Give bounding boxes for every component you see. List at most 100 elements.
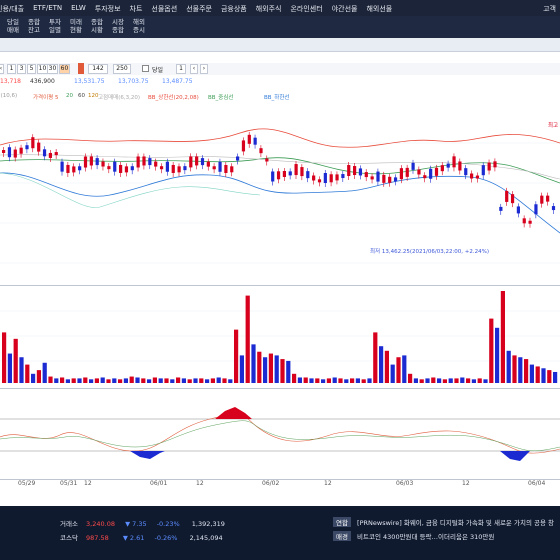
volume-bar xyxy=(518,357,523,383)
toolbar-next-button[interactable]: › xyxy=(200,64,208,74)
quick-menu-button[interactable]: 해외 증시 xyxy=(130,18,148,34)
period-type-icon[interactable] xyxy=(78,63,84,74)
volume-bar xyxy=(495,327,500,383)
quick-menu-button[interactable]: 당일 매매 xyxy=(4,18,22,34)
volume-bar xyxy=(268,353,273,383)
volume-bar xyxy=(158,378,163,383)
candle-body xyxy=(189,156,193,168)
candle-body xyxy=(253,137,257,145)
quick-menu-button[interactable]: 미래 현황 xyxy=(67,18,85,34)
top-menu-item[interactable]: ETF/ETN xyxy=(33,4,62,14)
legend-item[interactable]: 60 xyxy=(78,93,85,99)
volume-bar xyxy=(454,378,459,383)
volume-bar xyxy=(315,378,320,383)
news-headline[interactable]: [PRNewswire] 화웨이, 금융 디지털화 가속화 및 새로운 가치의 … xyxy=(357,519,554,527)
news-headline[interactable]: 비트코인 4300만원대 등락…이더리움은 310만원 xyxy=(357,533,494,541)
oscillator-chart[interactable] xyxy=(0,389,560,479)
volume-bar xyxy=(437,378,442,383)
low-price-annotation: 최저 13,462.25(2021/06/03,22:00, +2.24%) xyxy=(370,247,489,255)
interval-button[interactable]: 5 xyxy=(27,64,36,74)
candle-body xyxy=(89,156,93,166)
top-menu-item[interactable]: 해외선물 xyxy=(366,4,392,14)
legend-item[interactable]: BB_하한선 xyxy=(264,93,289,101)
top-menu-item[interactable]: 선물주문 xyxy=(186,4,212,14)
toolbar-prev-button[interactable]: ‹ xyxy=(190,64,198,74)
quick-menu-button[interactable]: 시장 종합 xyxy=(109,18,127,34)
volume-bar xyxy=(402,355,407,383)
candle-body xyxy=(276,171,281,180)
volume-bar xyxy=(234,329,239,383)
top-menu-item[interactable]: 투자정보 xyxy=(95,4,121,14)
news-source-badge: 연합 xyxy=(333,517,351,527)
top-menu-item[interactable]: ELW xyxy=(71,4,86,14)
date-tick-label: 06/04 xyxy=(528,480,546,487)
volume-bar xyxy=(483,379,488,383)
top-menu-item[interactable]: 차트 xyxy=(130,4,143,14)
candle-body xyxy=(148,158,152,166)
quick-menu-button[interactable]: 종합 잔고 xyxy=(25,18,43,34)
candle-body xyxy=(271,171,275,182)
top-menu-item[interactable]: 온라인센터 xyxy=(290,4,322,14)
legend-item[interactable]: 20 xyxy=(66,93,73,99)
volume-bar xyxy=(176,377,181,383)
volume-bar xyxy=(36,370,41,383)
volume-bar xyxy=(350,378,355,383)
candle-body xyxy=(487,162,491,171)
high-price-annotation: 최고 xyxy=(548,121,558,129)
legend-item[interactable]: BB_상한선(20,2,08) xyxy=(148,93,199,101)
volume-bar xyxy=(408,373,413,383)
candle-body xyxy=(411,162,415,170)
legend-item[interactable]: tail(10,6) xyxy=(0,93,17,99)
candle-body xyxy=(119,164,123,173)
candle-body xyxy=(534,204,538,215)
candle-body xyxy=(218,161,222,172)
legend-item[interactable]: 고점매매(6,3,20) xyxy=(98,93,140,101)
indicator-legend: tail(10,6) 가격이평 5 20 60120고점매매(6,3,20) BB_상한… xyxy=(0,93,560,102)
top-menu-item[interactable]: 선물옵션 xyxy=(151,4,177,14)
interval-button[interactable]: 60 xyxy=(59,64,70,74)
volume-chart[interactable] xyxy=(0,286,560,386)
period-input[interactable]: 142 xyxy=(88,64,108,74)
bb-upper-line xyxy=(0,128,560,148)
volume-bar xyxy=(512,355,517,383)
top-menu-item[interactable]: 신용/대출 xyxy=(0,4,24,14)
legend-item[interactable]: 120 xyxy=(88,93,99,99)
interval-button[interactable]: 3 xyxy=(17,64,26,74)
index-row-kosdaq[interactable]: 코스닥 987.58 ▼ 2.61 -0.26% 2,145,094 xyxy=(60,532,223,542)
info-value-2: 436,900 xyxy=(30,78,55,85)
candle-body xyxy=(224,164,228,173)
interval-button[interactable]: 1 xyxy=(7,64,16,74)
legend-item[interactable]: BB_중심선 xyxy=(208,93,233,101)
candle-body xyxy=(31,137,35,149)
candle-body xyxy=(288,171,292,176)
candle-body xyxy=(159,166,164,170)
candle-body xyxy=(177,166,181,173)
volume-bar xyxy=(471,379,476,383)
price-candle-chart[interactable]: 최저 13,462.25(2021/06/03,22:00, +2.24%) 최고 xyxy=(0,103,560,283)
news-item[interactable]: 매경 비트코인 4300만원대 등락…이더리움은 310만원 xyxy=(333,531,494,541)
candle-body xyxy=(142,156,146,166)
volume-bar xyxy=(390,364,395,383)
candle-body xyxy=(19,147,23,154)
interval-button[interactable]: 30 xyxy=(47,64,58,74)
index-row-kospi[interactable]: 거래소 3,240.08 ▼ 7.35 -0.23% 1,392,319 xyxy=(60,518,225,528)
page-input[interactable]: 1 xyxy=(176,64,186,74)
top-menu-item[interactable]: 해외주식 xyxy=(256,4,282,14)
candle-body xyxy=(48,152,52,158)
quick-menu-button[interactable]: 종합 시황 xyxy=(88,18,106,34)
top-menu-item[interactable]: 야간선물 xyxy=(332,4,358,14)
top-menu-item[interactable]: 금융상품 xyxy=(221,4,247,14)
candle-body xyxy=(113,161,117,172)
volume-bar xyxy=(222,378,227,383)
top-menu-right-label[interactable]: 고객 xyxy=(543,4,556,14)
count-input[interactable]: 250 xyxy=(113,64,131,74)
legend-item[interactable]: 가격이평 5 xyxy=(33,93,59,101)
candle-body xyxy=(505,190,509,202)
same-day-checkbox[interactable] xyxy=(142,65,149,72)
candle-body xyxy=(475,175,480,179)
quick-menu-button[interactable]: 투자 일별 xyxy=(46,18,64,34)
toolbar-arrow-button[interactable]: ‹ xyxy=(0,64,4,74)
bb-lower-line xyxy=(0,172,560,234)
candle-body xyxy=(358,168,363,176)
news-item[interactable]: 연합 [PRNewswire] 화웨이, 금융 디지털화 가속화 및 새로운 가… xyxy=(333,517,554,527)
